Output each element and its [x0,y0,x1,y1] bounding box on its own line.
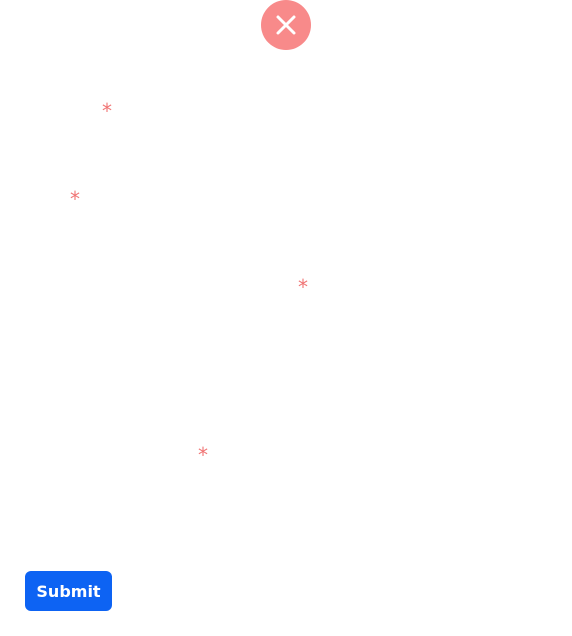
required-indicator: * [70,187,80,211]
required-indicator: * [102,99,112,123]
form-page: * * * * Submit [0,0,572,636]
required-indicator: * [298,275,308,299]
submit-button[interactable]: Submit [25,571,112,611]
close-icon [276,15,296,35]
close-button[interactable] [261,0,311,50]
required-indicator: * [198,443,208,467]
